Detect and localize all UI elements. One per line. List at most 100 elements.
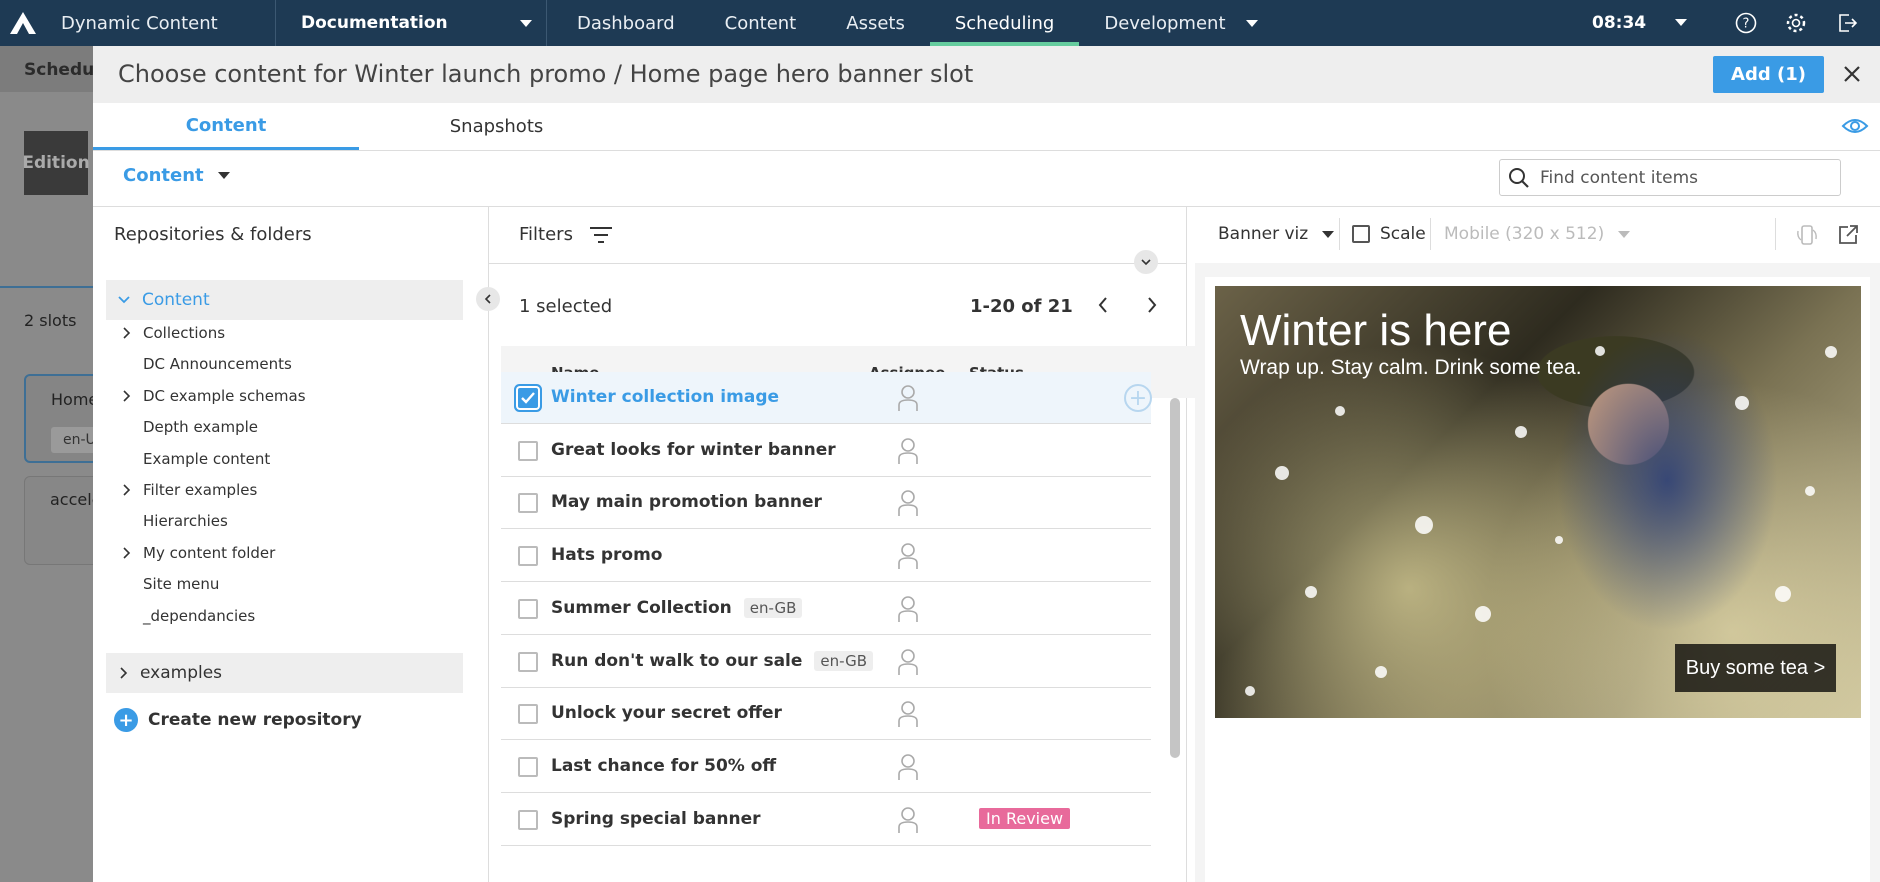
table-row[interactable]: Great looks for winter banner — [501, 425, 1151, 477]
chevron-right-icon[interactable] — [123, 547, 131, 559]
repo-content[interactable]: Content — [106, 280, 463, 320]
assignee-icon[interactable] — [897, 806, 919, 838]
assignee-icon[interactable] — [897, 437, 919, 469]
device-dropdown[interactable]: Mobile (320 x 512) — [1444, 224, 1631, 244]
folder-item[interactable]: DC Announcements — [143, 352, 292, 376]
table-row[interactable]: Spring special banner In Review — [501, 794, 1151, 846]
tab-content[interactable]: Content — [93, 103, 359, 150]
assignee-icon[interactable] — [897, 648, 919, 680]
chevron-right-icon[interactable] — [123, 390, 131, 402]
assignee-icon[interactable] — [897, 753, 919, 785]
next-page-button[interactable] — [1141, 292, 1163, 318]
plus-icon: + — [114, 708, 138, 732]
hub-name: Documentation — [301, 13, 448, 33]
list-scrollbar[interactable] — [1170, 398, 1180, 758]
row-checkbox[interactable] — [518, 756, 538, 777]
folder-item[interactable]: Filter examples — [123, 478, 257, 502]
create-repository-button[interactable]: + Create new repository — [114, 708, 362, 732]
hub-selector[interactable]: Documentation — [276, 13, 546, 33]
eye-icon[interactable] — [1841, 116, 1869, 140]
visualization-dropdown[interactable]: Banner viz — [1218, 224, 1335, 244]
row-checkbox[interactable] — [518, 704, 538, 725]
nav-dashboard[interactable]: Dashboard — [552, 0, 700, 46]
add-button[interactable]: Add (1) — [1713, 56, 1824, 93]
modal-title: Choose content for Winter launch promo /… — [118, 60, 974, 88]
assignee-icon[interactable] — [897, 595, 919, 627]
search-input[interactable] — [1540, 167, 1820, 188]
table-row[interactable]: Run don't walk to our sale en-GB — [501, 636, 1151, 688]
row-name[interactable]: Great looks for winter banner — [551, 440, 836, 460]
tab-snapshots[interactable]: Snapshots — [359, 103, 634, 150]
row-checkbox[interactable] — [518, 651, 538, 672]
folder-item[interactable]: My content folder — [123, 541, 275, 565]
help-icon[interactable]: ? — [1733, 10, 1759, 36]
table-row[interactable]: Summer Collection en-GB — [501, 583, 1151, 635]
row-name[interactable]: Winter collection image — [551, 387, 779, 407]
folder-item[interactable]: Hierarchies — [143, 509, 228, 533]
tabs-divider — [93, 150, 1880, 151]
nav-content[interactable]: Content — [700, 0, 822, 46]
row-name[interactable]: Last chance for 50% off — [551, 756, 776, 776]
table-row[interactable]: May main promotion banner — [501, 477, 1151, 530]
folder-item[interactable]: Example content — [143, 447, 270, 471]
row-name[interactable]: Run don't walk to our sale en-GB — [551, 650, 874, 671]
chevron-right-icon[interactable] — [123, 327, 131, 339]
row-checkbox[interactable] — [518, 493, 538, 514]
nav-development[interactable]: Development — [1079, 0, 1282, 46]
chevron-left-icon — [484, 294, 491, 304]
assignee-icon[interactable] — [897, 384, 919, 416]
tree-title: Repositories & folders — [114, 224, 312, 245]
row-checkbox[interactable] — [518, 388, 538, 408]
table-row[interactable]: Last chance for 50% off — [501, 741, 1151, 793]
repo-examples[interactable]: examples — [106, 653, 463, 693]
edition-badge: Edition — [22, 131, 90, 195]
table-row[interactable]: Winter collection image + — [501, 372, 1152, 424]
collapse-panel-button[interactable] — [476, 287, 500, 311]
rotate-device-icon[interactable] — [1794, 222, 1820, 248]
row-checkbox[interactable] — [518, 440, 538, 461]
table-row[interactable]: Unlock your secret offer — [501, 688, 1151, 741]
folder-item[interactable]: Collections — [123, 321, 225, 345]
nav-assets[interactable]: Assets — [821, 0, 930, 46]
row-name-text: Great looks for winter banner — [551, 439, 836, 460]
folder-item[interactable]: Site menu — [143, 572, 219, 596]
assignee-icon[interactable] — [897, 700, 919, 732]
folder-item[interactable]: DC example schemas — [123, 384, 306, 408]
amplience-logo-icon[interactable] — [0, 0, 46, 46]
chevron-right-icon — [1148, 297, 1157, 313]
divider — [1775, 218, 1776, 250]
folder-label: Site menu — [143, 575, 220, 594]
add-circle-icon[interactable]: + — [1124, 384, 1152, 412]
row-name[interactable]: Hats promo — [551, 545, 663, 565]
previous-page-button[interactable] — [1092, 292, 1114, 318]
row-checkbox[interactable] — [518, 598, 538, 619]
open-external-icon[interactable] — [1835, 222, 1861, 248]
row-name[interactable]: Summer Collection en-GB — [551, 597, 803, 618]
expand-filters-button[interactable] — [1134, 250, 1158, 274]
logout-icon[interactable] — [1834, 10, 1860, 36]
visualization-label: Banner viz — [1218, 224, 1309, 244]
row-name[interactable]: Unlock your secret offer — [551, 703, 782, 723]
chevron-down-icon[interactable] — [1675, 19, 1687, 26]
row-name[interactable]: May main promotion banner — [551, 492, 822, 512]
table-row[interactable]: Hats promo — [501, 530, 1151, 583]
assignee-icon[interactable] — [897, 489, 919, 521]
chevron-right-icon[interactable] — [123, 484, 131, 496]
filters-button[interactable]: Filters — [519, 224, 613, 245]
row-name[interactable]: Spring special banner — [551, 809, 761, 829]
search-box[interactable] — [1499, 159, 1841, 196]
row-name-text: May main promotion banner — [551, 492, 822, 513]
scale-checkbox[interactable]: Scale — [1352, 224, 1426, 244]
close-icon[interactable] — [1838, 60, 1866, 88]
gear-icon[interactable] — [1783, 10, 1809, 36]
clock: 08:34 — [1592, 13, 1647, 33]
assignee-icon[interactable] — [897, 542, 919, 574]
folder-item[interactable]: Depth example — [143, 415, 258, 439]
nav-scheduling[interactable]: Scheduling — [929, 0, 1080, 46]
row-checkbox[interactable] — [518, 809, 538, 830]
row-checkbox[interactable] — [518, 546, 538, 567]
device-label: Mobile (320 x 512) — [1444, 224, 1605, 244]
checkbox[interactable] — [1352, 225, 1370, 243]
content-type-dropdown[interactable]: Content — [123, 165, 230, 186]
folder-item[interactable]: _dependancies — [143, 604, 255, 628]
